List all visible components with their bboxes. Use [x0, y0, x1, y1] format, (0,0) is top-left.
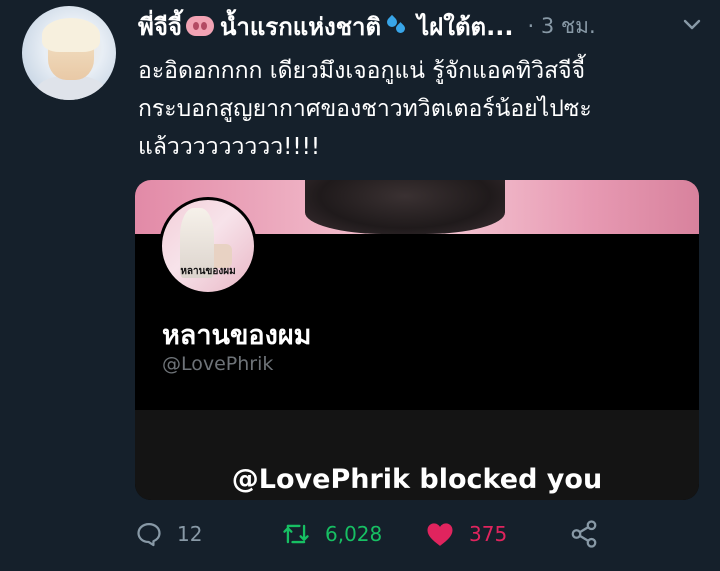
tweet: พี่จีจี้ น้ำแรกแห่งชาติ ไฝใต้ต... · 3 ชม…	[0, 0, 720, 571]
like-count: 375	[469, 522, 508, 546]
blocked-profile-name: หลานของผม	[162, 320, 312, 351]
blocked-message: @LovePhrik blocked you	[231, 464, 603, 495]
tweet-timestamp[interactable]: · 3 ชม.	[527, 10, 595, 43]
display-name-part2: น้ำแรกแห่งชาติ	[219, 12, 382, 41]
chevron-down-icon[interactable]	[680, 13, 704, 37]
avatar-caption: หลานของผม	[180, 266, 236, 277]
share-icon	[571, 520, 597, 548]
display-name[interactable]: พี่จีจี้ น้ำแรกแห่งชาติ ไฝใต้ต...	[138, 7, 513, 46]
retweet-button[interactable]: 6,028	[281, 516, 382, 552]
avatar[interactable]	[22, 6, 116, 100]
retweet-count: 6,028	[325, 522, 383, 546]
tweet-text: อะอิดอกกกก เดียวมึงเจอกูแน่ รู้จักแอคทิว…	[138, 52, 698, 166]
tweet-text-line: อะอิดอกกกก เดียวมึงเจอกูแน่ รู้จักแอคทิว…	[138, 58, 586, 84]
display-name-part1: พี่จีจี้	[138, 12, 182, 41]
tweet-text-line: แล้ววววววววว!!!!	[138, 134, 321, 160]
tweet-actions: 12 6,028 375	[135, 516, 615, 552]
reply-button[interactable]: 12	[135, 516, 202, 552]
blocked-screenshot-image[interactable]: หลานของผม หลานของผม @LovePhrik @LovePhri…	[135, 180, 699, 500]
retweet-icon	[283, 524, 309, 544]
reply-icon	[137, 522, 161, 547]
pig-icon	[185, 16, 214, 36]
heart-icon	[427, 523, 453, 546]
tweet-header: พี่จีจี้ น้ำแรกแห่งชาติ ไฝใต้ต... · 3 ชม…	[138, 9, 708, 43]
share-button[interactable]	[569, 516, 599, 552]
like-button[interactable]: 375	[425, 516, 507, 552]
reply-count: 12	[177, 522, 203, 546]
blocked-profile-avatar: หลานของผม	[159, 197, 257, 295]
blocked-profile-handle: @LovePhrik	[162, 353, 274, 375]
tweet-text-line: กระบอกสูญยากาศของชาวทวิตเตอร์น้อยไปซะ	[138, 96, 592, 122]
display-name-part3: ไฝใต้ต...	[417, 12, 514, 41]
droplets-icon	[383, 14, 409, 37]
